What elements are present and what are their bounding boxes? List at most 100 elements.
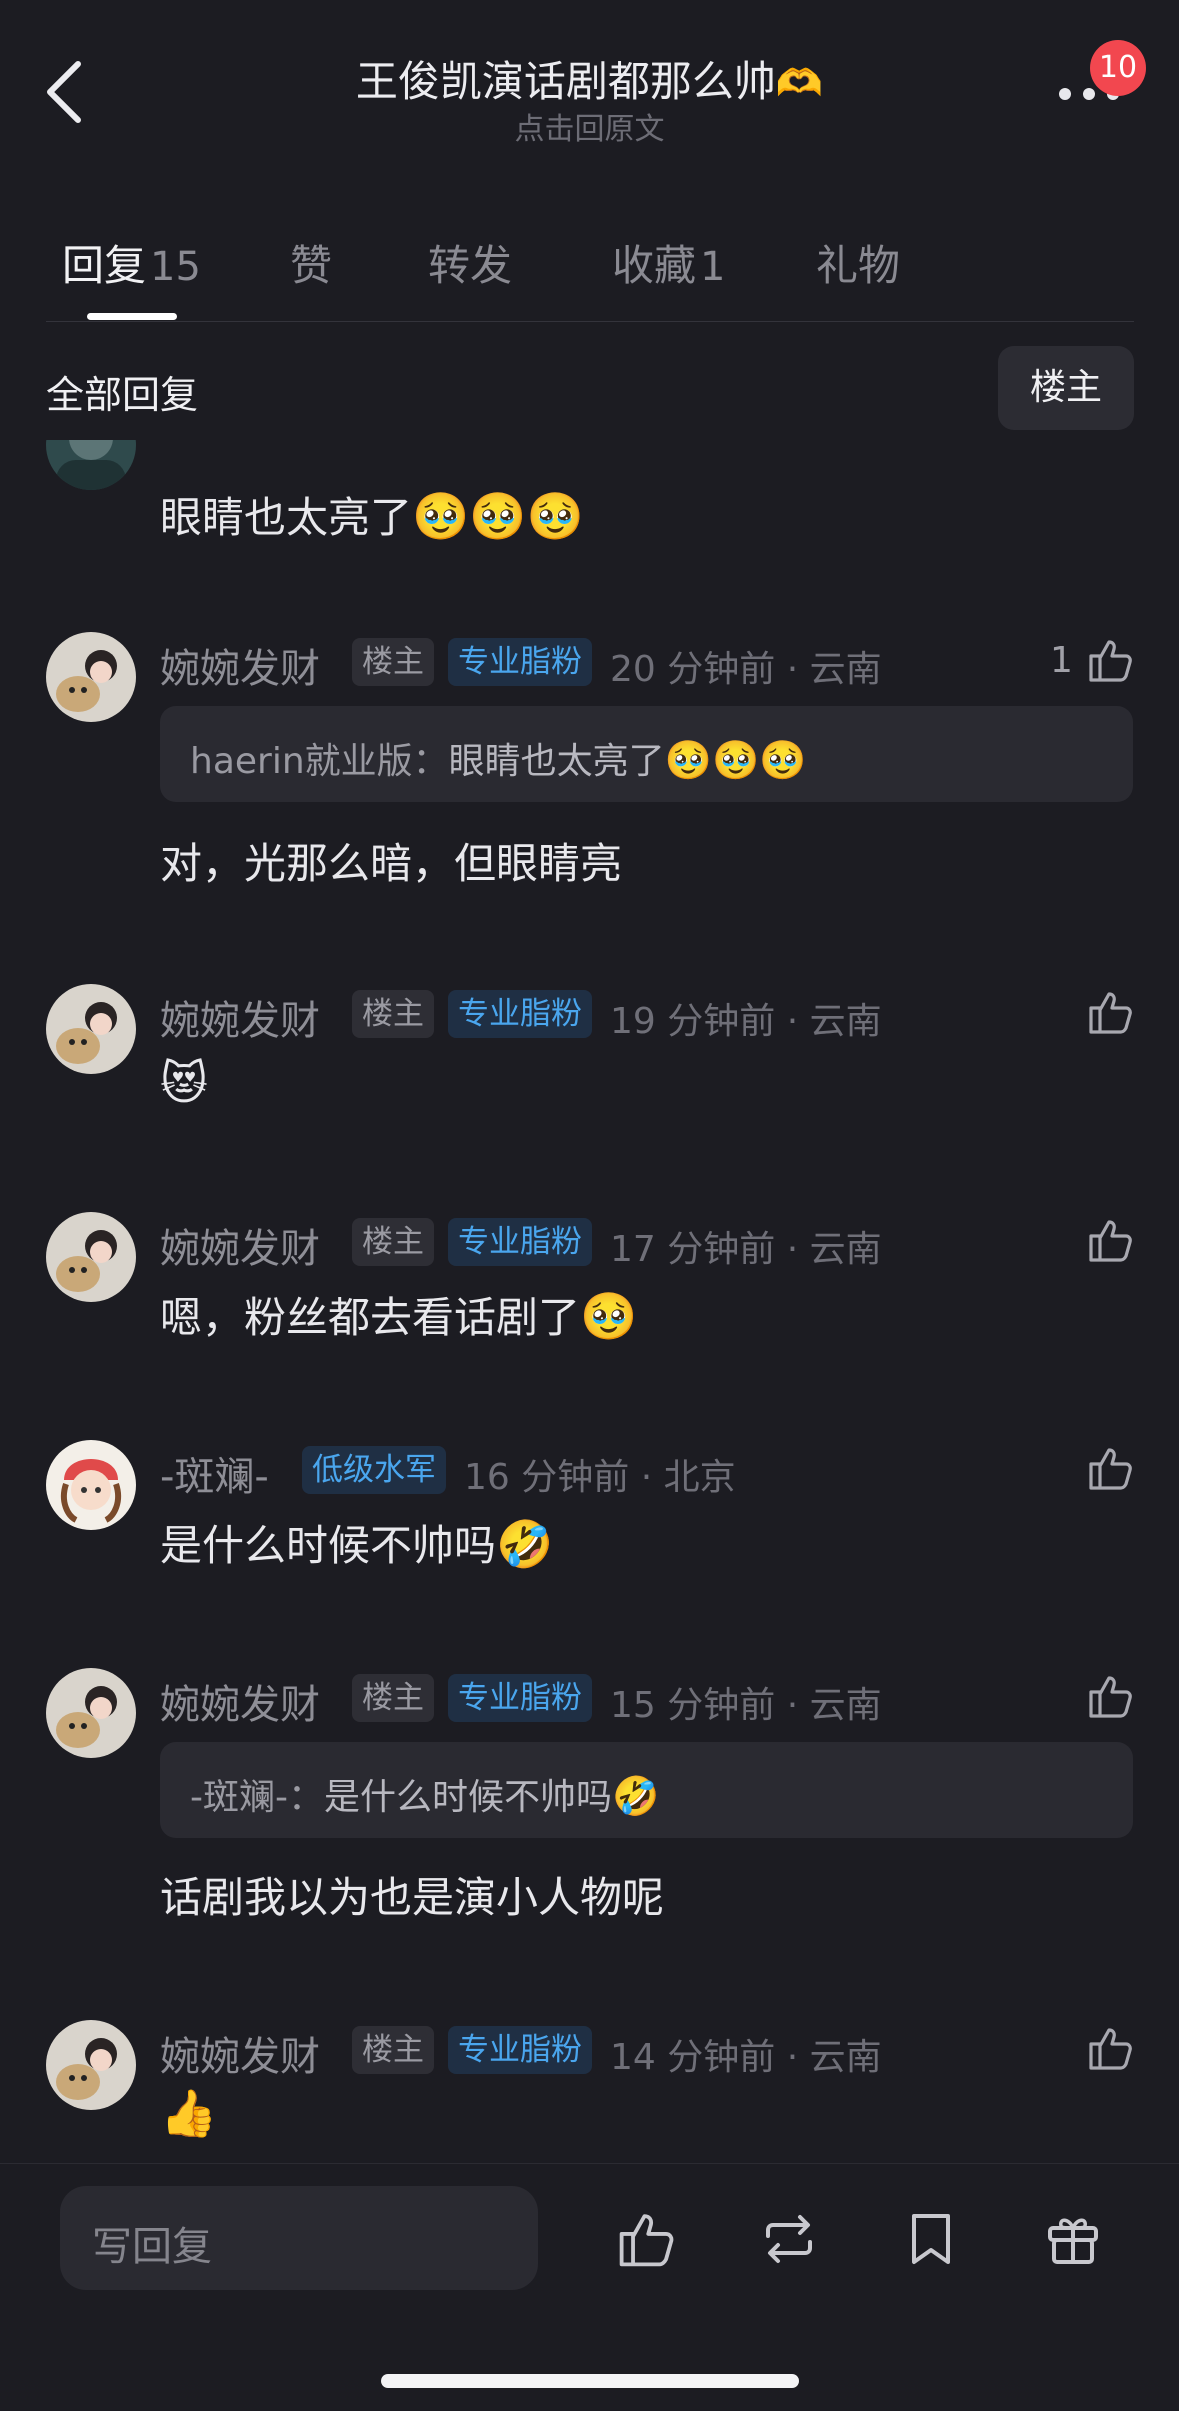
owner-tag: 楼主 — [352, 638, 434, 686]
rofl-emoji: 🤣 — [612, 1774, 660, 1818]
owner-tag: 楼主 — [352, 1674, 434, 1722]
bottom-action-bar: 写回复 — [0, 2163, 1179, 2411]
gift-button[interactable] — [1040, 2206, 1106, 2272]
heart-eyes-cat-emoji: 😻 — [160, 1056, 208, 1110]
reply-input[interactable]: 写回复 — [60, 2186, 538, 2290]
avatar[interactable] — [46, 1668, 136, 1758]
all-replies-filter[interactable]: 全部回复 — [46, 364, 198, 419]
tab-label: 收藏 — [612, 241, 697, 290]
like-button[interactable] — [1085, 1442, 1137, 1494]
like-button[interactable] — [1085, 634, 1137, 686]
like-button[interactable] — [1085, 1670, 1137, 1722]
comment-page: 王俊凯演话剧都那么帅🫶 点击回原文 10 回复 15 赞 转发 收藏 1 礼物 全部… — [0, 0, 1179, 2411]
active-tab-indicator — [87, 313, 177, 320]
post-title[interactable]: 王俊凯演话剧都那么帅🫶 — [0, 48, 1179, 109]
owner-only-button[interactable]: 楼主 — [998, 346, 1134, 430]
owner-tag: 楼主 — [352, 990, 434, 1038]
comment-body: 眼睛也太亮了 — [160, 493, 413, 542]
like-post-button[interactable] — [614, 2206, 680, 2272]
tab-label: 转发 — [428, 241, 513, 290]
like-button[interactable] — [1085, 2022, 1137, 2074]
comment-body: 是什么时候不帅吗 — [160, 1521, 497, 1570]
comment-body: 对，光那么暗，但眼睛亮 — [160, 839, 623, 888]
home-indicator[interactable] — [381, 2374, 799, 2388]
heart-hands-emoji: 🫶 — [775, 61, 824, 105]
comment-text: 嗯，粉丝都去看话剧了🥹 — [160, 1284, 637, 1345]
avatar[interactable] — [46, 440, 136, 490]
bookmark-icon — [912, 2214, 950, 2264]
like-button[interactable] — [1085, 986, 1137, 1038]
avatar-image — [46, 632, 136, 722]
bookmark-button[interactable] — [898, 2206, 964, 2272]
repost-button[interactable] — [756, 2206, 822, 2272]
avatar[interactable] — [46, 984, 136, 1074]
gift-icon — [1048, 2218, 1098, 2264]
fan-level-tag[interactable]: 专业脂粉 — [448, 1674, 592, 1722]
comment-time-location: 17 分钟前 · 云南 — [610, 1229, 882, 1270]
quoted-text: 是什么时候不帅吗 — [323, 1777, 612, 1818]
comment-list[interactable]: 眼睛也太亮了🥹🥹🥹 婉婉发财 楼主 专业脂粉 20 分钟前 · 云南 1 hae… — [0, 440, 1179, 2165]
username[interactable]: 婉婉发财 — [160, 1216, 320, 1274]
rofl-emoji: 🤣 — [496, 1517, 554, 1571]
fan-level-tag[interactable]: 专业脂粉 — [448, 2026, 592, 2074]
back-to-original-link[interactable]: 点击回原文 — [0, 104, 1179, 148]
post-title-text: 王俊凯演话剧都那么帅 — [355, 57, 776, 106]
avatar[interactable] — [46, 2020, 136, 2110]
tab-favorites[interactable]: 收藏 1 — [612, 232, 725, 293]
pleading-face-emoji: 🥹🥹🥹 — [664, 738, 807, 782]
thumbs-up-icon — [1089, 1220, 1132, 1262]
comment-text: 眼睛也太亮了🥹🥹🥹 — [160, 484, 584, 545]
thumbs-up-icon — [1089, 640, 1132, 682]
avatar-image — [46, 984, 136, 1074]
thumbs-up-icon — [1089, 992, 1132, 1034]
avatar[interactable] — [46, 1212, 136, 1302]
header: 王俊凯演话剧都那么帅🫶 点击回原文 10 — [0, 0, 1179, 150]
thumbs-up-emoji: 👍 — [160, 2086, 218, 2140]
avatar-image — [46, 440, 136, 490]
quoted-username: -斑斓-： — [190, 1777, 324, 1818]
fan-level-tag[interactable]: 专业脂粉 — [448, 990, 592, 1038]
quoted-reply[interactable]: -斑斓-：是什么时候不帅吗🤣 — [160, 1742, 1133, 1838]
tab-label: 回复 — [62, 241, 147, 290]
quoted-text: 眼睛也太亮了 — [448, 741, 665, 782]
tab-divider — [46, 321, 1134, 322]
username[interactable]: 婉婉发财 — [160, 2024, 320, 2082]
tab-gifts[interactable]: 礼物 — [816, 232, 900, 293]
tab-reposts[interactable]: 转发 — [428, 232, 512, 293]
fan-level-tag[interactable]: 专业脂粉 — [448, 638, 592, 686]
tab-label: 礼物 — [816, 241, 901, 290]
like-count: 1 — [1050, 640, 1073, 681]
avatar[interactable] — [46, 632, 136, 722]
comment-text: 😻 — [160, 1056, 208, 1110]
comment-time-location: 15 分钟前 · 云南 — [610, 1685, 882, 1726]
comment-body: 话剧我以为也是演小人物呢 — [160, 1873, 665, 1922]
username[interactable]: 婉婉发财 — [160, 636, 320, 694]
comment-text: 👍 — [160, 2086, 217, 2141]
avatar-image — [46, 2020, 136, 2110]
like-button[interactable] — [1085, 1214, 1137, 1266]
avatar[interactable] — [46, 1440, 136, 1530]
avatar-image — [46, 1440, 136, 1530]
comment-text: 话剧我以为也是演小人物呢 — [160, 1864, 664, 1925]
owner-tag: 楼主 — [352, 2026, 434, 2074]
thumbs-up-icon — [1089, 2028, 1132, 2070]
avatar-image — [46, 1212, 136, 1302]
username[interactable]: -斑斓- — [160, 1444, 269, 1502]
thumbs-up-icon — [1089, 1448, 1132, 1490]
quoted-reply[interactable]: haerin就业版：眼睛也太亮了🥹🥹🥹 — [160, 706, 1133, 802]
reply-placeholder: 写回复 — [92, 2224, 212, 2270]
owner-tag: 楼主 — [352, 1218, 434, 1266]
username[interactable]: 婉婉发财 — [160, 988, 320, 1046]
avatar-image — [46, 1668, 136, 1758]
thumbs-up-icon — [619, 2214, 674, 2267]
comment-time-location: 19 分钟前 · 云南 — [610, 1001, 882, 1042]
tab-replies[interactable]: 回复 15 — [62, 232, 201, 293]
tab-bar: 回复 15 赞 转发 收藏 1 礼物 — [0, 220, 1179, 320]
tab-label: 赞 — [290, 241, 333, 290]
fan-level-tag[interactable]: 低级水军 — [302, 1446, 446, 1494]
tab-likes[interactable]: 赞 — [290, 232, 332, 293]
comment-body: 嗯，粉丝都去看话剧了 — [160, 1293, 581, 1342]
fan-level-tag[interactable]: 专业脂粉 — [448, 1218, 592, 1266]
comment-time-location: 16 分钟前 · 北京 — [464, 1457, 736, 1498]
username[interactable]: 婉婉发财 — [160, 1672, 320, 1730]
